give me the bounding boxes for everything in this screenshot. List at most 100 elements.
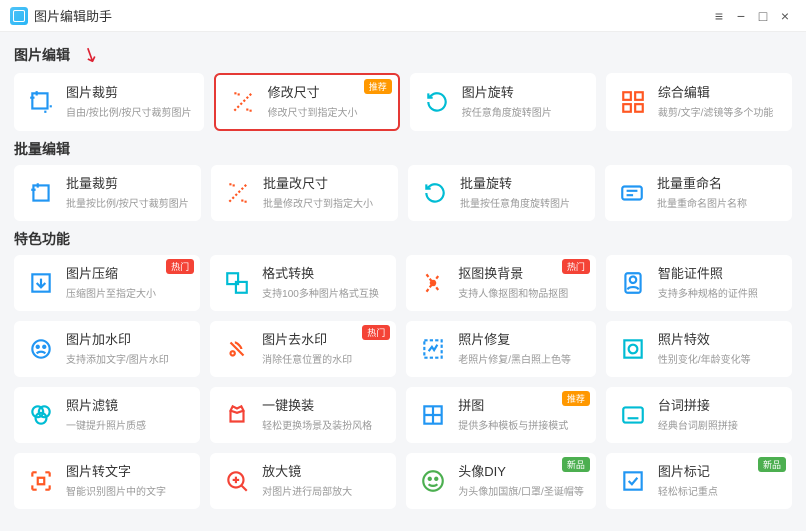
feature-card[interactable]: 头像DIY为头像加国旗/口罩/圣诞帽等新品 [406,453,596,509]
compress-icon [26,268,56,298]
feature-card[interactable]: 图片旋转按任意角度旋转图片 [410,73,596,131]
crop2-icon [26,178,56,208]
card-text: 批量裁剪批量按比例/按尺寸裁剪图片 [66,176,189,210]
feature-card[interactable]: 修改尺寸修改尺寸到指定大小推荐 [214,73,400,131]
card-title: 放大镜 [262,464,384,481]
section-title: 图片编辑 [14,45,70,65]
puzzle-icon [418,400,448,430]
feature-card[interactable]: 图片加水印支持添加文字/图片水印 [14,321,200,377]
card-text: 照片滤镜一键提升照片质感 [66,398,188,432]
card-desc: 批量重命名图片名称 [657,195,780,210]
card-desc: 修改尺寸到指定大小 [268,104,386,119]
idphoto-icon [618,268,648,298]
card-title: 智能证件照 [658,266,780,283]
filter-icon [26,400,56,430]
card-title: 图片旋转 [462,85,584,102]
card-text: 一键换装轻松更换场景及装扮风格 [262,398,384,432]
card-text: 照片特效性别变化/年龄变化等 [658,332,780,366]
feature-card[interactable]: 一键换装轻松更换场景及装扮风格 [210,387,396,443]
repair-icon [418,334,448,364]
card-title: 一键换装 [262,398,384,415]
feature-card[interactable]: 抠图换背景支持人像抠图和物品抠图热门 [406,255,596,311]
card-title: 照片滤镜 [66,398,188,415]
feature-card[interactable]: 批量重命名批量重命名图片名称 [605,165,792,221]
card-desc: 支持100多种图片格式互换 [262,285,384,300]
card-desc: 老照片修复/黑白照上色等 [458,351,584,366]
card-desc: 提供多种模板与拼接模式 [458,417,584,432]
card-text: 批量旋转批量按任意角度旋转图片 [460,176,583,210]
card-grid: 图片压缩压缩图片至指定大小热门格式转换支持100多种图片格式互换抠图换背景支持人… [14,255,792,509]
card-title: 格式转换 [262,266,384,283]
grid-icon [618,87,648,117]
feature-card[interactable]: 放大镜对图片进行局部放大 [210,453,396,509]
resize-icon [228,87,258,117]
feature-card[interactable]: 图片去水印消除任意位置的水印热门 [210,321,396,377]
card-desc: 支持添加文字/图片水印 [66,351,188,366]
card-text: 智能证件照支持多种规格的证件照 [658,266,780,300]
watermark-icon [26,334,56,364]
card-title: 批量旋转 [460,176,583,193]
card-title: 照片修复 [458,332,584,349]
badge: 热门 [362,325,390,340]
feature-card[interactable]: 格式转换支持100多种图片格式互换 [210,255,396,311]
card-desc: 消除任意位置的水印 [262,351,384,366]
effect-icon [618,334,648,364]
dress-icon [222,400,252,430]
feature-card[interactable]: 图片压缩压缩图片至指定大小热门 [14,255,200,311]
feature-card[interactable]: 图片标记轻松标记重点新品 [606,453,792,509]
resize-icon [223,178,253,208]
card-desc: 智能识别图片中的文字 [66,483,188,498]
feature-card[interactable]: 拼图提供多种模板与拼接模式推荐 [406,387,596,443]
badge: 推荐 [364,79,392,94]
feature-card[interactable]: 照片修复老照片修复/黑白照上色等 [406,321,596,377]
rotate-icon [420,178,450,208]
card-text: 图片旋转按任意角度旋转图片 [462,85,584,119]
feature-card[interactable]: 综合编辑裁剪/文字/滤镜等多个功能 [606,73,792,131]
card-title: 批量裁剪 [66,176,189,193]
feature-card[interactable]: 图片裁剪自由/按比例/按尺寸裁剪图片 [14,73,204,131]
menu-icon[interactable]: ≡ [708,8,730,24]
card-text: 图片转文字智能识别图片中的文字 [66,464,188,498]
card-desc: 按任意角度旋转图片 [462,104,584,119]
card-text: 格式转换支持100多种图片格式互换 [262,266,384,300]
rotate-icon [422,87,452,117]
section-title: 批量编辑 [14,139,70,159]
feature-card[interactable]: 图片转文字智能识别图片中的文字 [14,453,200,509]
card-grid: 图片裁剪自由/按比例/按尺寸裁剪图片修改尺寸修改尺寸到指定大小推荐图片旋转按任意… [14,73,792,131]
card-desc: 一键提升照片质感 [66,417,188,432]
feature-card[interactable]: 批量裁剪批量按比例/按尺寸裁剪图片 [14,165,201,221]
card-title: 台词拼接 [658,398,780,415]
card-grid: 批量裁剪批量按比例/按尺寸裁剪图片 批量改尺寸批量修改尺寸到指定大小 批量旋转批量按… [14,165,792,221]
feature-card[interactable]: 批量旋转批量按任意角度旋转图片 [408,165,595,221]
card-text: 批量改尺寸批量修改尺寸到指定大小 [263,176,386,210]
maximize-button[interactable]: □ [752,8,774,24]
card-text: 批量重命名批量重命名图片名称 [657,176,780,210]
feature-card[interactable]: 台词拼接经典台词剧照拼接 [606,387,792,443]
card-text: 图片加水印支持添加文字/图片水印 [66,332,188,366]
ocr-icon [26,466,56,496]
feature-card[interactable]: 智能证件照支持多种规格的证件照 [606,255,792,311]
badge: 热门 [166,259,194,274]
card-text: 台词拼接经典台词剧照拼接 [658,398,780,432]
card-desc: 为头像加国旗/口罩/圣诞帽等 [458,483,584,498]
titlebar: 图片编辑助手 ≡ − □ × [0,0,806,32]
feature-card[interactable]: 照片滤镜一键提升照片质感 [14,387,200,443]
crop-icon [26,87,56,117]
card-title: 综合编辑 [658,85,780,102]
card-text: 照片修复老照片修复/黑白照上色等 [458,332,584,366]
card-desc: 批量修改尺寸到指定大小 [263,195,386,210]
cutout-icon [418,268,448,298]
minimize-button[interactable]: − [730,8,752,24]
close-button[interactable]: × [774,8,796,24]
card-desc: 批量按任意角度旋转图片 [460,195,583,210]
feature-card[interactable]: 照片特效性别变化/年龄变化等 [606,321,792,377]
card-title: 批量重命名 [657,176,780,193]
subtitle-icon [618,400,648,430]
badge: 热门 [562,259,590,274]
card-desc: 支持多种规格的证件照 [658,285,780,300]
card-desc: 批量按比例/按尺寸裁剪图片 [66,195,189,210]
avatar-icon [418,466,448,496]
feature-card[interactable]: 批量改尺寸批量修改尺寸到指定大小 [211,165,398,221]
section-header: 图片编辑↘ [14,42,792,67]
card-title: 照片特效 [658,332,780,349]
